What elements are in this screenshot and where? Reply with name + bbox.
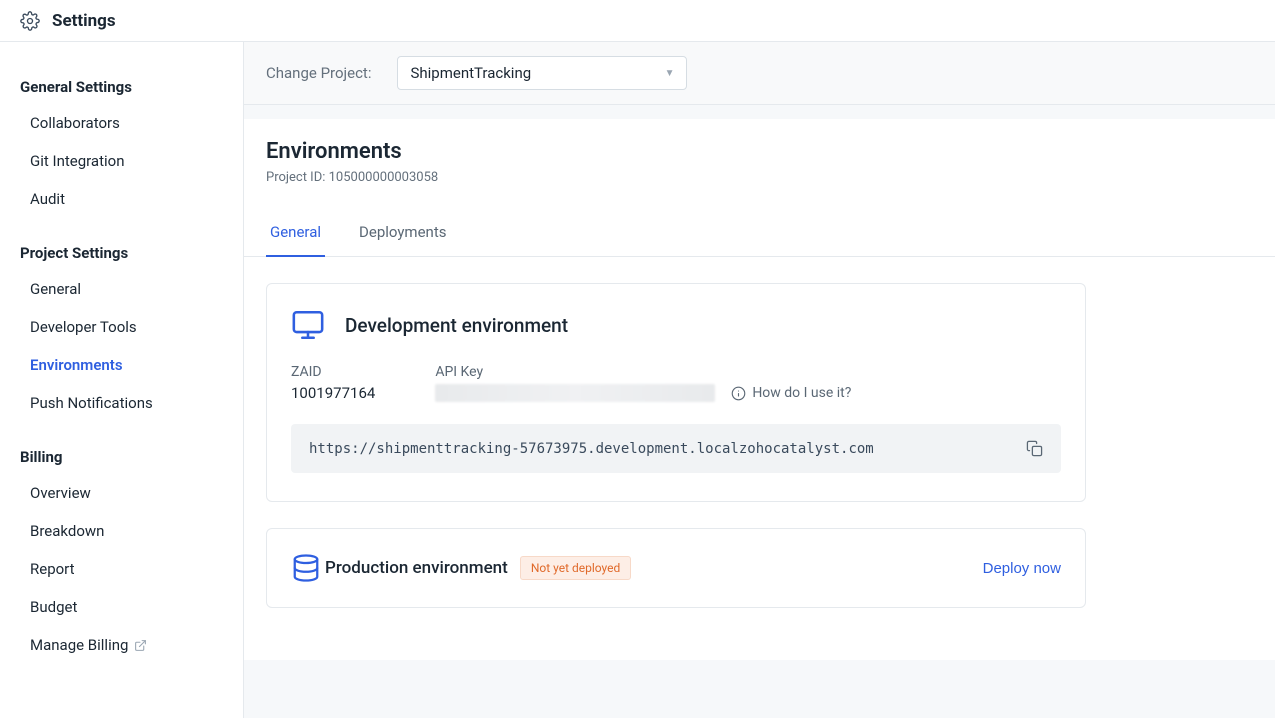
copy-icon[interactable] [1026,440,1043,457]
sidebar-item-manage-billing[interactable]: Manage Billing [0,626,243,664]
project-bar: Change Project: ShipmentTracking ▼ [244,42,1275,105]
gear-icon [20,11,40,31]
prod-env-title: Production environment [325,558,508,578]
info-icon [731,386,746,401]
database-icon [291,553,321,583]
tab-general[interactable]: General [266,213,325,257]
sidebar-item-environments[interactable]: Environments [0,346,243,384]
settings-header: Settings [0,0,1275,42]
project-id: Project ID: 105000000003058 [244,164,1275,185]
apikey-label: API Key [435,364,1061,380]
sidebar-item-budget[interactable]: Budget [0,588,243,626]
sidebar-section-general-settings: General Settings [0,66,243,104]
sidebar-item-general[interactable]: General [0,270,243,308]
dev-env-title: Development environment [345,314,568,337]
project-select[interactable]: ShipmentTracking ▼ [397,56,687,90]
how-do-i-use-it-link[interactable]: How do I use it? [731,385,851,401]
environment-url-box: https://shipmenttracking-57673975.develo… [291,424,1061,473]
sidebar-item-overview[interactable]: Overview [0,474,243,512]
page-title: Environments [244,139,1275,164]
change-project-label: Change Project: [266,64,371,82]
chevron-down-icon: ▼ [665,68,675,79]
sidebar-section-billing: Billing [0,436,243,474]
environment-url: https://shipmenttracking-57673975.develo… [309,441,874,457]
production-environment-card: Production environment Not yet deployed … [266,528,1086,608]
sidebar-item-developer-tools[interactable]: Developer Tools [0,308,243,346]
tab-deployments[interactable]: Deployments [355,213,450,257]
deploy-now-button[interactable]: Deploy now [983,560,1061,577]
sidebar-item-git-integration[interactable]: Git Integration [0,142,243,180]
sidebar: General Settings Collaborators Git Integ… [0,42,244,718]
external-link-icon [134,639,147,652]
apikey-value-redacted [435,384,715,402]
development-environment-card: Development environment ZAID 1001977164 … [266,283,1086,502]
zaid-value: 1001977164 [291,384,375,402]
sidebar-item-audit[interactable]: Audit [0,180,243,218]
sidebar-item-push-notifications[interactable]: Push Notifications [0,384,243,422]
zaid-label: ZAID [291,364,375,380]
help-text: How do I use it? [752,385,851,401]
main-content: Change Project: ShipmentTracking ▼ Envir… [244,42,1275,718]
page-header-title: Settings [52,11,116,31]
tabs: General Deployments [244,213,1275,257]
project-select-value: ShipmentTracking [410,64,531,82]
sidebar-item-breakdown[interactable]: Breakdown [0,512,243,550]
not-deployed-badge: Not yet deployed [520,556,631,580]
sidebar-item-report[interactable]: Report [0,550,243,588]
sidebar-item-label: Manage Billing [30,636,128,654]
sidebar-item-collaborators[interactable]: Collaborators [0,104,243,142]
sidebar-section-project-settings: Project Settings [0,232,243,270]
monitor-icon [291,308,325,342]
